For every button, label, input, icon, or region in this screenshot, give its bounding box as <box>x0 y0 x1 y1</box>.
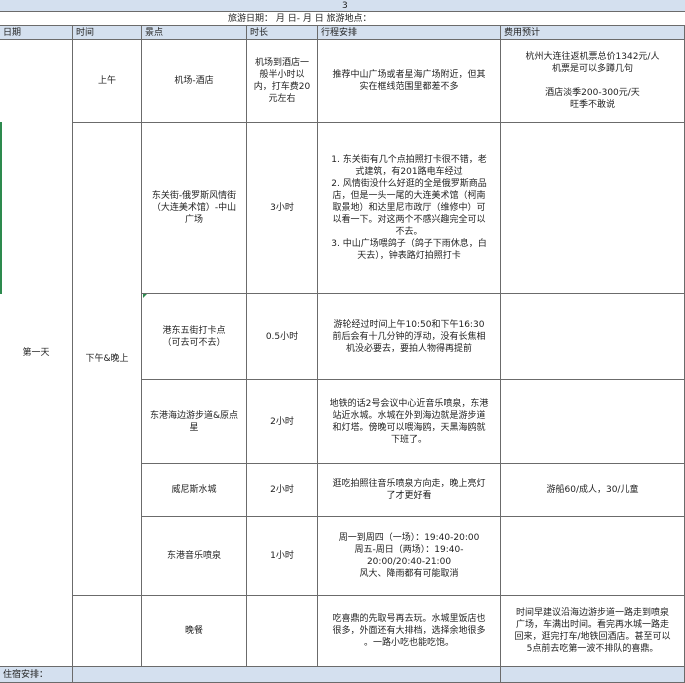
title-row: 3 <box>0 0 685 12</box>
time-cell-morning: 上午 <box>73 40 142 123</box>
spot-cell: 威尼斯水城 <box>142 464 247 517</box>
col-header-plan: 行程安排 <box>318 26 501 40</box>
plan-cell: 地铁的话2号会议中心近音乐喷泉，东港 站近水城。水城在外到海边就是游步道 和灯塔… <box>318 380 501 464</box>
plan-cell: 游轮经过时间上午10:50和下午16:30 前后会有十几分钟的浮动，没有长焦相 … <box>318 294 501 380</box>
spot-cell: 东关街-俄罗斯风情街 （大连美术馆）-中山 广场 <box>142 123 247 294</box>
date-row-label: 旅游日期： 月 日- 月 日 旅游地点： <box>0 12 685 26</box>
header-row: 日期 时间 景点 时长 行程安排 费用预计 <box>0 26 685 40</box>
col-header-spot: 景点 <box>142 26 247 40</box>
plan-cell: 推荐中山广场或者星海广场附近，但其 实在框线范围里都差不多 <box>318 40 501 123</box>
dinner-spot-cell: 晚餐 <box>142 596 247 667</box>
footer-cell <box>501 667 685 683</box>
col-header-date: 日期 <box>0 26 73 40</box>
col-header-duration: 时长 <box>247 26 318 40</box>
cost-cell <box>501 517 685 596</box>
spot-cell: 东港海边游步道&原点 星 <box>142 380 247 464</box>
col-header-cost: 费用预计 <box>501 26 685 40</box>
plan-cell: 1. 东关街有几个点拍照打卡很不错，老 式建筑，有201路电车经过 2. 风情街… <box>318 123 501 294</box>
plan-cell: 周一到周四（一场）：19:40-20:00 周五-周日（两场）：19:40- 2… <box>318 517 501 596</box>
dinner-cost-cell: 时间早建议沿海边游步道一路走到喷泉 广场，车满出时间。看完再水城一路走 回来，逛… <box>501 596 685 667</box>
cost-cell: 游船60/成人，30/儿童 <box>501 464 685 517</box>
duration-cell: 1小时 <box>247 517 318 596</box>
duration-cell: 2小时 <box>247 464 318 517</box>
cost-cell <box>501 294 685 380</box>
time-cell-afternoon: 下午&晚上 <box>73 123 142 596</box>
cost-cell: 杭州大连往返机票总价1342元/人 机票是可以多蹲几句 酒店淡季200-300元… <box>501 40 685 123</box>
lodging-label: 住宿安排： <box>0 667 73 683</box>
duration-cell: 2小时 <box>247 380 318 464</box>
time-cell-dinner <box>73 596 142 667</box>
selection-indicator <box>0 122 2 294</box>
dinner-plan-cell: 吃喜鼎的先取号再去玩。水城里饭店也 很多，外面还有大排档，选择余地很多 。一路小… <box>318 596 501 667</box>
spot-cell: 机场-酒店 <box>142 40 247 123</box>
col-header-time: 时间 <box>73 26 142 40</box>
duration-cell: 0.5小时 <box>247 294 318 380</box>
spot-cell: 港东五街打卡点 （可去可不去） <box>142 294 247 380</box>
date-row: 旅游日期： 月 日- 月 日 旅游地点： <box>0 12 685 26</box>
cell-note-marker <box>143 294 147 298</box>
footer-row: 住宿安排： <box>0 667 685 683</box>
day-cell: 第一天 <box>0 40 73 667</box>
plan-cell: 逛吃拍照往音乐喷泉方向走，晚上亮灯 了才更好看 <box>318 464 501 517</box>
spreadsheet: 3 旅游日期： 月 日- 月 日 旅游地点： 日期 时间 景点 时长 行程安排 … <box>0 0 685 683</box>
dinner-duration-cell <box>247 596 318 667</box>
spot-cell: 东港音乐喷泉 <box>142 517 247 596</box>
duration-cell: 机场到酒店一 般半小时以 内，打车费20 元左右 <box>247 40 318 123</box>
footer-cell <box>73 667 501 683</box>
page-number: 3 <box>0 0 685 12</box>
cost-cell <box>501 123 685 294</box>
duration-cell: 3小时 <box>247 123 318 294</box>
cost-cell <box>501 380 685 464</box>
